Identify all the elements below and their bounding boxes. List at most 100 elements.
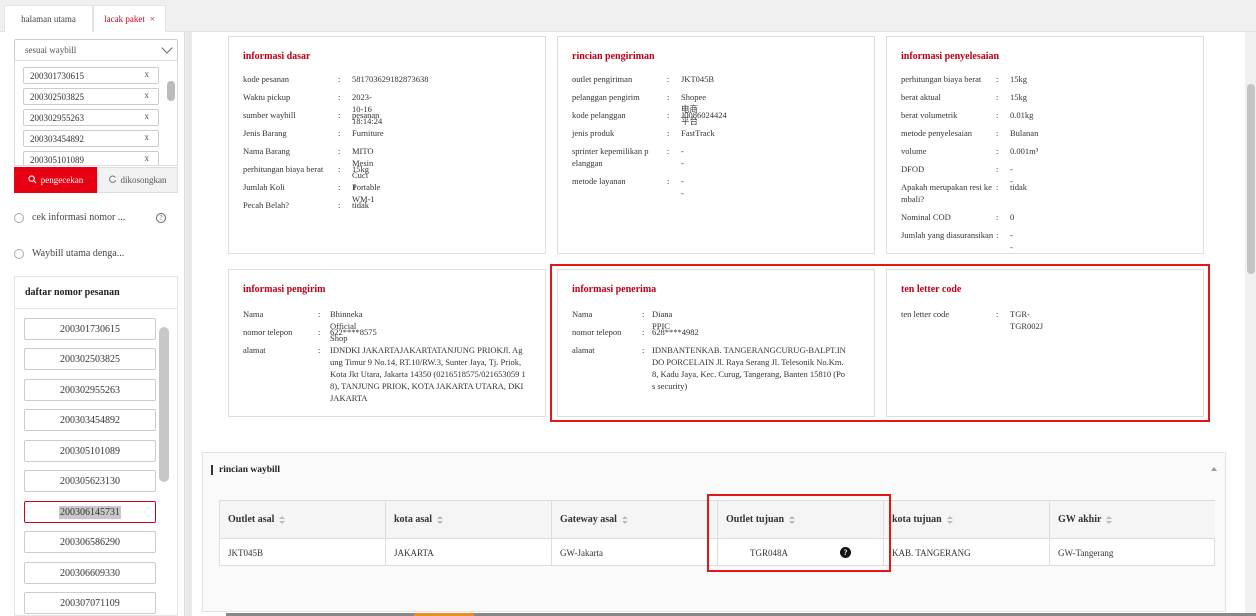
info-key: perhitungan biaya berat <box>901 74 982 84</box>
list-item-text: 200302503825 <box>60 353 120 365</box>
radio-check-number-info[interactable]: cek informasi nomor ... ? <box>14 212 178 223</box>
list-item[interactable]: 200305623130 <box>24 470 156 492</box>
radio-label: cek informasi nomor ... <box>32 212 126 223</box>
list-item-text: 200306586290 <box>60 536 120 548</box>
waybill-tag: 200305101089 x <box>23 151 159 165</box>
info-value: Bulanan <box>1010 128 1039 138</box>
tab-home[interactable]: halaman utama <box>4 5 93 32</box>
list-item-selected[interactable]: 200306145731 <box>24 501 156 523</box>
waybill-detail-title: rincian waybill <box>211 465 280 475</box>
shipping-details-title: rincian pengiriman <box>572 51 655 62</box>
info-key: kode pelanggan <box>572 110 626 120</box>
list-item[interactable]: 200302503825 <box>24 348 156 370</box>
radio-main-waybill[interactable]: Waybill utama denga... <box>14 248 124 259</box>
info-key: DFOD <box>901 164 925 174</box>
info-value: Furniture <box>352 128 384 138</box>
sidebar: sesuai waybill 200301730615 x 20030250382… <box>0 32 185 616</box>
info-value: 1 <box>352 182 357 192</box>
list-item[interactable]: 200307071109 <box>24 592 156 614</box>
list-item[interactable]: 200306609330 <box>24 562 156 584</box>
info-key: sumber waybill <box>243 110 296 120</box>
waybill-input-list[interactable]: 200301730615 x 200302503825 x 200302955263… <box>14 60 178 166</box>
waybill-list-scrollbar[interactable] <box>167 81 175 101</box>
collapse-icon[interactable] <box>1211 467 1217 471</box>
remove-icon[interactable]: x <box>145 111 150 121</box>
clear-button[interactable]: dikosongkan <box>97 167 178 193</box>
info-key: volume <box>901 146 927 156</box>
list-item-text: 200305101089 <box>60 445 120 457</box>
column-header-label: kota tujuan <box>892 514 942 525</box>
close-icon[interactable]: × <box>150 14 155 24</box>
clear-button-label: dikosongkan <box>120 175 167 185</box>
info-key: berat volumetrik <box>901 110 958 120</box>
info-key: Nama <box>243 309 264 319</box>
info-value: 0 <box>1010 212 1015 222</box>
remove-icon[interactable]: x <box>145 132 150 142</box>
order-list-scrollbar[interactable] <box>159 327 169 482</box>
table-cell: GW-Tangerang <box>1058 547 1114 558</box>
sort-icon[interactable] <box>1106 515 1113 524</box>
radio-circle[interactable] <box>14 212 24 223</box>
column-header[interactable]: kota tujuan <box>884 501 1050 539</box>
tab-track-package-label: lacak paket <box>104 14 145 24</box>
highlight-box <box>707 494 891 572</box>
info-key: pelanggan pengirim <box>572 92 640 102</box>
chevron-down-icon <box>161 42 173 54</box>
info-key: Apakah merupakan resi ke mbali? <box>901 182 992 204</box>
info-key: kode pesanan <box>243 74 290 84</box>
info-value: JKT045B <box>681 74 715 84</box>
sender-info-title: informasi pengirim <box>243 284 326 295</box>
list-item-text: 200307071109 <box>60 597 120 609</box>
list-item[interactable]: 200306586290 <box>24 531 156 553</box>
page-scrollbar[interactable] <box>1245 32 1256 616</box>
sort-icon[interactable] <box>279 515 286 524</box>
sort-icon[interactable] <box>946 515 953 524</box>
search-type-select[interactable]: sesuai waybill <box>14 39 178 61</box>
list-item[interactable]: 200301730615 <box>24 318 156 340</box>
info-key: metode layanan <box>572 176 626 186</box>
list-item[interactable]: 200303454892 <box>24 409 156 431</box>
list-item-text: 200306609330 <box>60 567 120 579</box>
refresh-icon <box>108 175 117 185</box>
list-item-text: 200306145731 <box>59 505 121 519</box>
sort-icon[interactable] <box>621 515 628 524</box>
info-value: 15kg <box>1010 74 1027 84</box>
info-value: FastTrack <box>681 128 715 138</box>
waybill-tag: 200303454892 x <box>23 130 159 147</box>
info-value: 15kg <box>352 164 369 174</box>
basic-info-title: informasi dasar <box>243 51 311 62</box>
column-header[interactable]: kota asal <box>386 501 552 539</box>
list-item[interactable]: 200302955263 <box>24 379 156 401</box>
info-key: nomor telepon <box>243 327 293 337</box>
list-item-text: 200303454892 <box>60 414 120 426</box>
waybill-tag: 200302503825 x <box>23 88 159 105</box>
column-header[interactable]: Gateway asal <box>552 501 718 539</box>
info-key: outlet pengiriman <box>572 74 633 84</box>
remove-icon[interactable]: x <box>145 153 150 163</box>
waybill-tag: 200302955263 x <box>23 109 159 126</box>
remove-icon[interactable]: x <box>145 69 150 79</box>
table-cell: JKT045B <box>220 539 386 566</box>
column-header-label: kota asal <box>394 514 433 525</box>
table-cell: JAKARTA <box>386 539 552 566</box>
radio-circle[interactable] <box>14 248 24 259</box>
remove-icon[interactable]: x <box>145 90 150 100</box>
info-value: 15kg <box>1010 92 1027 102</box>
info-key: berat aktual <box>901 92 941 102</box>
list-item[interactable]: 200305101089 <box>24 440 156 462</box>
column-header[interactable]: Outlet asal <box>220 501 386 539</box>
help-icon[interactable]: ? <box>156 213 166 223</box>
column-header[interactable]: GW akhir <box>1050 501 1215 539</box>
sort-icon[interactable] <box>437 515 444 524</box>
search-button[interactable]: pengecekan <box>14 167 97 193</box>
tab-track-package[interactable]: lacak paket × <box>93 5 166 32</box>
settlement-info-title: informasi penyelesaian <box>901 51 1000 62</box>
info-key: Waktu pickup <box>243 92 291 102</box>
tab-home-label: halaman utama <box>21 14 76 24</box>
radio-label: Waybill utama denga... <box>32 248 125 259</box>
list-item-text: 200302955263 <box>60 384 120 396</box>
column-header-label: Outlet asal <box>228 514 275 525</box>
page-scrollbar-thumb[interactable] <box>1247 84 1255 274</box>
info-key: Nominal COD <box>901 212 951 222</box>
info-key: sprinter kepemilikan p elanggan <box>572 146 649 168</box>
